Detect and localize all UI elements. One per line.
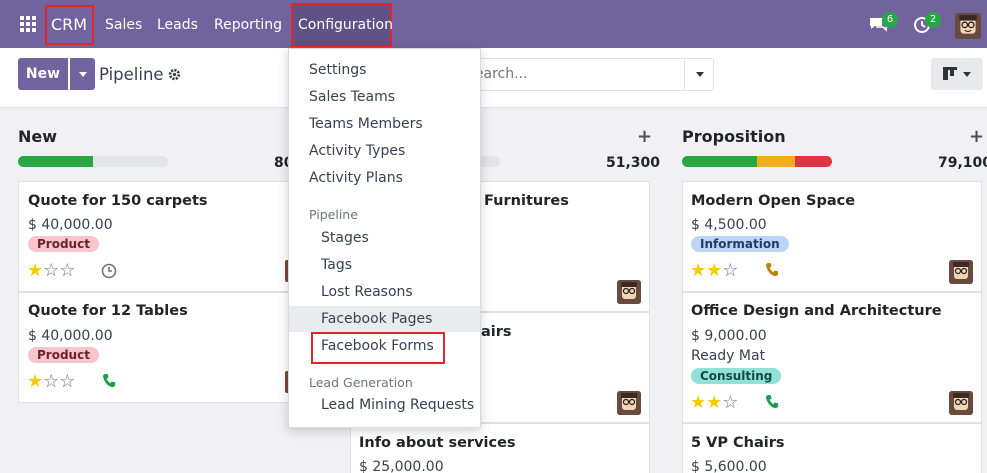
phone-icon[interactable] xyxy=(102,373,117,388)
column-title-new: New xyxy=(18,127,58,146)
menu-header-lead-generation: Lead Generation xyxy=(309,375,413,390)
card-title: Info about services xyxy=(359,435,516,451)
phone-icon[interactable] xyxy=(765,262,780,277)
kanban-view-switcher[interactable] xyxy=(931,58,983,90)
menu-item-lost-reasons[interactable]: Lost Reasons xyxy=(321,284,413,300)
star-empty-icon[interactable]: ☆ xyxy=(722,392,738,413)
clock-icon[interactable] xyxy=(101,263,117,279)
chevron-down-icon xyxy=(963,72,971,77)
tag-information: Information xyxy=(691,236,789,252)
quick-create-plus-icon[interactable]: + xyxy=(969,126,984,147)
card-avatar xyxy=(617,391,641,415)
progress-bar-proposition[interactable] xyxy=(682,156,832,167)
breadcrumb-title: Pipeline xyxy=(99,65,164,84)
card-company: Ready Mat xyxy=(691,348,766,364)
card-revenue: $ 40,000.00 xyxy=(28,217,113,233)
menu-item-sales-teams[interactable]: Sales Teams xyxy=(309,89,395,105)
progress-orange xyxy=(757,156,795,167)
card-title: Quote for 150 carpets xyxy=(28,193,208,209)
progress-red xyxy=(795,156,832,167)
priority-stars[interactable]: ★☆☆ xyxy=(27,262,75,280)
user-avatar[interactable] xyxy=(955,13,981,39)
activities-badge: 2 xyxy=(925,12,941,28)
star-filled-icon[interactable]: ★ xyxy=(27,371,43,392)
column-total-proposition: 79,100 xyxy=(938,155,987,171)
tag-consulting: Consulting xyxy=(691,368,782,384)
star-empty-icon[interactable]: ☆ xyxy=(722,260,738,281)
card-title: Modern Open Space xyxy=(691,193,856,209)
menu-item-lead-mining-requests[interactable]: Lead Mining Requests xyxy=(321,397,474,413)
card-avatar xyxy=(949,391,973,415)
menu-item-facebook-pages[interactable]: Facebook Pages xyxy=(321,311,432,327)
card-revenue: $ 5,600.00 xyxy=(691,459,767,473)
card-title: Office Design and Architecture xyxy=(691,303,942,319)
nav-sales[interactable]: Sales xyxy=(105,17,142,33)
search-options-toggle[interactable] xyxy=(684,58,714,91)
menu-item-facebook-forms[interactable]: Facebook Forms xyxy=(321,338,434,354)
card-title-partial: Furnitures xyxy=(484,193,569,209)
star-filled-icon[interactable]: ★ xyxy=(706,392,722,413)
top-navbar xyxy=(0,0,987,48)
card-revenue: $ 4,500.00 xyxy=(691,217,767,233)
priority-stars[interactable]: ★★☆ xyxy=(690,394,738,412)
chevron-down-icon xyxy=(78,71,87,77)
star-filled-icon[interactable]: ★ xyxy=(27,260,43,281)
progress-bar-new[interactable] xyxy=(18,156,168,167)
progress-green xyxy=(18,156,93,167)
new-dropdown-toggle[interactable] xyxy=(70,58,95,90)
star-empty-icon[interactable]: ☆ xyxy=(43,260,59,281)
menu-item-settings[interactable]: Settings xyxy=(309,62,366,78)
nav-reporting[interactable]: Reporting xyxy=(214,17,282,33)
card-avatar xyxy=(949,260,973,284)
menu-item-activity-types[interactable]: Activity Types xyxy=(309,143,405,159)
tag-product: Product xyxy=(28,236,99,252)
menu-header-pipeline: Pipeline xyxy=(309,207,358,222)
star-empty-icon[interactable]: ☆ xyxy=(59,260,75,281)
gear-icon[interactable] xyxy=(168,68,181,81)
menu-item-tags[interactable]: Tags xyxy=(321,257,352,273)
phone-icon[interactable] xyxy=(765,394,780,409)
app-menu-icon[interactable] xyxy=(20,16,36,32)
quick-create-plus-icon[interactable]: + xyxy=(637,126,652,147)
priority-stars[interactable]: ★☆☆ xyxy=(27,373,75,391)
menu-item-teams-members[interactable]: Teams Members xyxy=(309,116,423,132)
card-revenue: $ 9,000.00 xyxy=(691,328,767,344)
card-title: 5 VP Chairs xyxy=(691,435,785,451)
new-button[interactable]: New xyxy=(18,58,68,90)
menu-item-stages[interactable]: Stages xyxy=(321,230,369,246)
star-filled-icon[interactable]: ★ xyxy=(690,392,706,413)
chevron-down-icon xyxy=(695,72,704,77)
app-name-crm[interactable]: CRM xyxy=(51,15,87,34)
card-avatar xyxy=(617,280,641,304)
priority-stars[interactable]: ★★☆ xyxy=(690,262,738,280)
star-filled-icon[interactable]: ★ xyxy=(690,260,706,281)
star-filled-icon[interactable]: ★ xyxy=(706,260,722,281)
card-revenue: $ 25,000.00 xyxy=(359,459,444,473)
nav-configuration[interactable]: Configuration xyxy=(298,17,393,33)
search-input[interactable]: Search... xyxy=(466,66,676,82)
menu-item-activity-plans[interactable]: Activity Plans xyxy=(309,170,403,186)
tag-product: Product xyxy=(28,347,99,363)
progress-green xyxy=(682,156,757,167)
column-title-proposition: Proposition xyxy=(682,127,786,146)
column-total-qualified: 51,300 xyxy=(606,155,661,171)
star-empty-icon[interactable]: ☆ xyxy=(59,371,75,392)
card-title: Quote for 12 Tables xyxy=(28,303,188,319)
card-revenue: $ 40,000.00 xyxy=(28,328,113,344)
configuration-dropdown xyxy=(288,48,481,428)
messages-badge: 6 xyxy=(882,12,898,28)
kanban-icon xyxy=(943,67,957,80)
star-empty-icon[interactable]: ☆ xyxy=(43,371,59,392)
nav-leads[interactable]: Leads xyxy=(157,17,198,33)
card-title-partial: airs xyxy=(481,324,512,340)
